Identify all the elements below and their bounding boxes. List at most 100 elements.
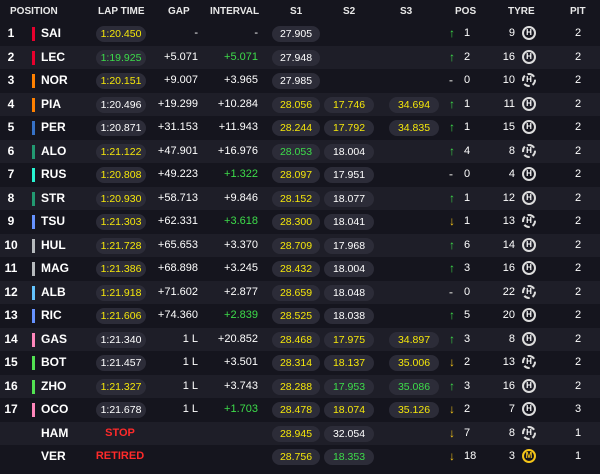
table-row[interactable]: 14 GAS 1:21.340 1 L +20.852 28.468 17.975 34.89… [0,327,600,351]
tyre-compound-icon: H [522,120,536,134]
table-row[interactable]: 16 ZHO 1:21.327 1 L +3.743 28.288 17.953 35.086… [0,374,600,398]
header-tyre: TYRE [508,6,535,17]
table-row[interactable]: 1 SAI 1:20.450 - - 27.905 ↑ 1 9 H 2 [0,22,600,46]
lap-time: 1:21.122 [96,143,146,160]
lap-time: 1:20.808 [96,167,146,183]
pit-stops: 2 [574,50,582,63]
timing-board: POSITION LAP TIME GAP INTERVAL S1 S2 S3 … [0,0,600,474]
table-row[interactable]: 4 PIA 1:20.496 +19.299 +10.284 28.056 17.746 34… [0,92,600,116]
tyre-compound-icon: H [522,308,536,322]
column-header-bar: POSITION LAP TIME GAP INTERVAL S1 S2 S3 … [0,0,600,22]
tyre-compound-icon: M [522,449,536,463]
positions-changed: 5 [464,309,471,321]
sector-1-time: 28.152 [272,190,320,207]
gap-value: 1 L [182,356,198,368]
lap-time: 1:21.327 [96,378,146,395]
sector-1-time: 27.985 [272,73,320,89]
lap-time: 1:21.606 [96,308,146,324]
positions-changed: 1 [464,97,471,110]
gap-value: +5.071 [164,50,198,63]
positions-changed: 0 [464,74,471,86]
interval-value: +2.877 [224,285,258,298]
gap-value: 1 L [182,403,198,415]
tyre-age: 22 [502,285,515,298]
table-row[interactable]: 6 ALO 1:21.122 +47.901 +16.976 28.053 18.004 ↑ 4… [0,139,600,163]
sector-1-time: 28.314 [272,355,320,371]
tyre-compound-icon: H [522,378,536,393]
table-row[interactable]: 9 TSU 1:21.303 +62.331 +3.618 28.300 18.041 ↓ 1 1… [0,210,600,234]
sector-1-time: 28.709 [272,237,320,254]
gap-value: +58.713 [157,191,198,204]
sector-1-time: 28.756 [272,449,320,465]
table-row[interactable]: 7 RUS 1:20.808 +49.223 +1.322 28.097 17.951 -0 4… [0,163,600,187]
arrow-up-icon: ↑ [449,190,455,205]
pit-stops: 2 [574,121,582,133]
team-color-bar [32,27,35,41]
sector-3-time: 35.006 [389,355,439,371]
header-pit: PIT [570,6,586,17]
position-number: 16 [4,378,18,393]
table-row[interactable]: 15 BOT 1:21.457 1 L +3.501 28.314 18.137 35.006… [0,351,600,375]
positions-changed: 6 [464,238,471,251]
sector-2-time: 18.077 [324,190,374,207]
arrow-up-icon: ↑ [449,331,455,346]
team-color-bar [32,238,35,253]
tyre-compound-icon: H [522,96,536,111]
interval-value: +3.370 [224,238,258,251]
table-row[interactable]: 17 OCO 1:21.678 1 L +1.703 28.478 18.074 35.126… [0,398,600,422]
arrow-up-icon: ↑ [449,261,455,275]
tyre-compound-icon: H [522,425,536,440]
tyre-age: 8 [508,144,515,157]
status-label: RETIRED [95,450,145,462]
positions-changed: 3 [464,379,471,392]
table-row[interactable]: 8 STR 1:20.930 +58.713 +9.846 28.152 18.077 ↑ 1 1… [0,186,600,210]
driver-code: ZHO [41,378,67,393]
table-row[interactable]: VER RETIRED 28.756 18.353 ↓ 18 3 M 1 [0,445,600,469]
tyre-age: 20 [502,309,515,321]
interval-value: +11.943 [218,121,258,133]
table-row[interactable]: 2 LEC 1:19.925 +5.071 +5.071 27.948 ↑ 2 16 H 2 [0,45,600,69]
header-interval: INTERVAL [210,6,260,17]
sector-1-time: 28.659 [272,284,320,301]
interval-value: +20.852 [217,332,258,345]
tyre-compound-icon: H [522,26,536,40]
gap-value: +47.901 [157,144,198,157]
interval-value: +3.618 [224,215,258,227]
interval-value: +5.071 [224,50,258,63]
driver-code: ALB [41,284,66,299]
pit-stops: 1 [574,426,582,439]
interval-value: +2.839 [224,309,258,321]
tyre-compound-icon: H [522,237,536,252]
tyre-compound-icon: H [522,214,536,228]
positions-changed: 18 [464,450,477,462]
table-row[interactable]: 5 PER 1:20.871 +31.153 +11.943 28.244 17.792 34… [0,116,600,140]
table-row[interactable]: 3 NOR 1:20.151 +9.007 +3.965 27.985 -0 10 H 2 [0,69,600,93]
header-s3: S3 [400,6,413,17]
sector-1-time: 28.300 [272,214,320,230]
sector-1-time: 28.244 [272,120,320,136]
arrow-down-icon: ↓ [449,214,455,228]
gap-value: +62.331 [157,215,198,227]
positions-changed: 1 [464,215,471,227]
position-number: 10 [4,237,18,252]
driver-code: NOR [41,73,68,87]
pit-stops: 2 [574,309,582,321]
position-number [0,445,22,469]
table-row[interactable]: 11 MAG 1:21.386 +68.898 +3.245 28.432 18.004 ↑ 3… [0,257,600,281]
position-number: 6 [7,143,15,158]
sector-3-time: 34.897 [389,331,439,348]
position-number: 7 [7,167,15,181]
driver-code: TSU [41,214,65,228]
table-row[interactable]: 10 HUL 1:21.728 +65.653 +3.370 28.709 17.968 ↑ 6… [0,233,600,257]
lap-time: 1:20.450 [96,26,146,42]
sector-1-time: 27.948 [272,49,320,66]
driver-code: RIC [41,308,62,322]
gap-value: +71.602 [157,285,198,298]
team-color-bar [32,168,35,182]
pit-stops: 2 [574,262,582,274]
team-color-bar [32,74,35,88]
table-row[interactable]: 12 ALB 1:21.918 +71.602 +2.877 28.659 18.048 -0… [0,280,600,304]
sector-1-time: 28.097 [272,167,320,183]
table-row[interactable]: 13 RIC 1:21.606 +74.360 +2.839 28.525 18.038 ↑ 5… [0,304,600,328]
table-row[interactable]: HAM STOP 28.945 32.054 ↓ 7 8 H 1 [0,421,600,445]
